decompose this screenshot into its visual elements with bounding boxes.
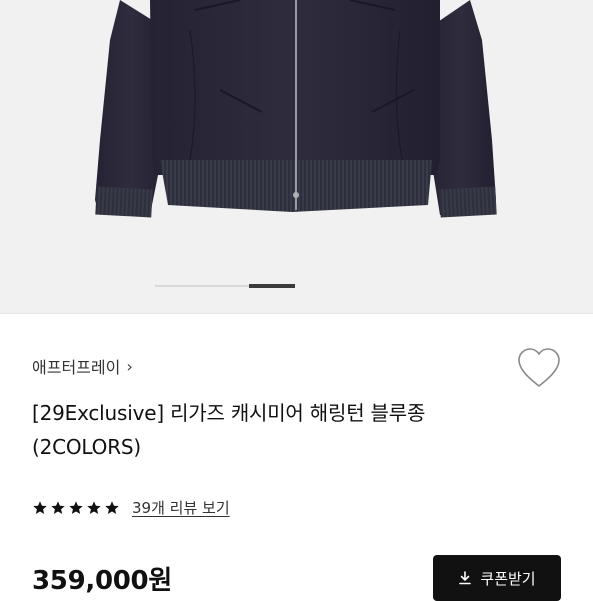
brand-name: 애프터프레이	[32, 358, 121, 377]
gallery-page-indicator[interactable]	[155, 284, 295, 288]
download-icon	[459, 571, 472, 585]
rating-row: 39개 리뷰 보기	[32, 497, 230, 518]
review-link[interactable]: 39개 리뷰 보기	[132, 497, 230, 518]
coupon-button-label: 쿠폰받기	[480, 569, 536, 588]
coupon-download-button[interactable]: 쿠폰받기	[433, 555, 561, 601]
star-icon	[87, 500, 101, 514]
product-title: [29Exclusive] 리가즈 캐시미어 해링턴 블루종(2COLORS)	[32, 401, 426, 459]
gallery-active-indicator	[249, 284, 295, 288]
price: 359,000원	[32, 566, 172, 596]
product-image-gallery[interactable]	[0, 0, 593, 313]
star-icon	[69, 500, 83, 514]
brand-link[interactable]: 애프터프레이 ›	[32, 354, 133, 378]
star-icon	[33, 500, 47, 514]
star-icon	[105, 500, 119, 514]
heart-outline-icon[interactable]	[516, 346, 562, 390]
rating-stars	[32, 500, 120, 516]
divider	[0, 313, 593, 314]
jacket-image	[95, 0, 497, 218]
chevron-right-icon: ›	[126, 356, 133, 376]
star-icon	[51, 500, 65, 514]
